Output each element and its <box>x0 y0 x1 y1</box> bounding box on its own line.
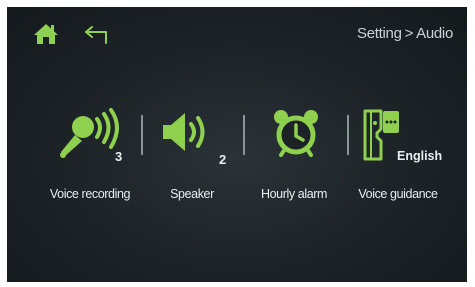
alarm-clock-icon <box>271 107 321 168</box>
voice-guidance-value: English <box>397 149 443 163</box>
divider <box>141 115 143 155</box>
voice-guidance-label: Voice guidance <box>358 187 438 201</box>
top-bar: Setting > Audio <box>7 7 467 55</box>
audio-settings-screen: Setting > Audio 3 Voice recording 2 Spea… <box>7 7 467 282</box>
speaker-icon <box>157 107 217 172</box>
voice-guidance-icon <box>359 107 399 168</box>
home-icon <box>34 24 58 44</box>
voice-recording-label: Voice recording <box>49 187 131 201</box>
divider <box>243 115 245 155</box>
breadcrumb-separator: > <box>404 25 414 42</box>
hourly-alarm-label: Hourly alarm <box>260 187 328 201</box>
breadcrumb-parent[interactable]: Setting <box>357 25 402 42</box>
breadcrumb-current: Audio <box>416 25 453 42</box>
speaker-button[interactable]: 2 Speaker <box>147 107 237 217</box>
speaker-value: 2 <box>219 152 227 167</box>
divider <box>347 115 349 155</box>
voice-recording-button[interactable]: 3 Voice recording <box>35 107 145 217</box>
breadcrumb: Setting > Audio <box>357 25 453 42</box>
hourly-alarm-button[interactable]: Hourly alarm <box>253 107 335 217</box>
back-button[interactable] <box>83 23 113 45</box>
voice-recording-value: 3 <box>115 149 123 164</box>
speaker-label: Speaker <box>170 187 214 201</box>
voice-guidance-button[interactable]: English Voice guidance <box>351 107 445 217</box>
back-arrow-icon <box>85 26 107 44</box>
home-button[interactable] <box>33 22 59 46</box>
